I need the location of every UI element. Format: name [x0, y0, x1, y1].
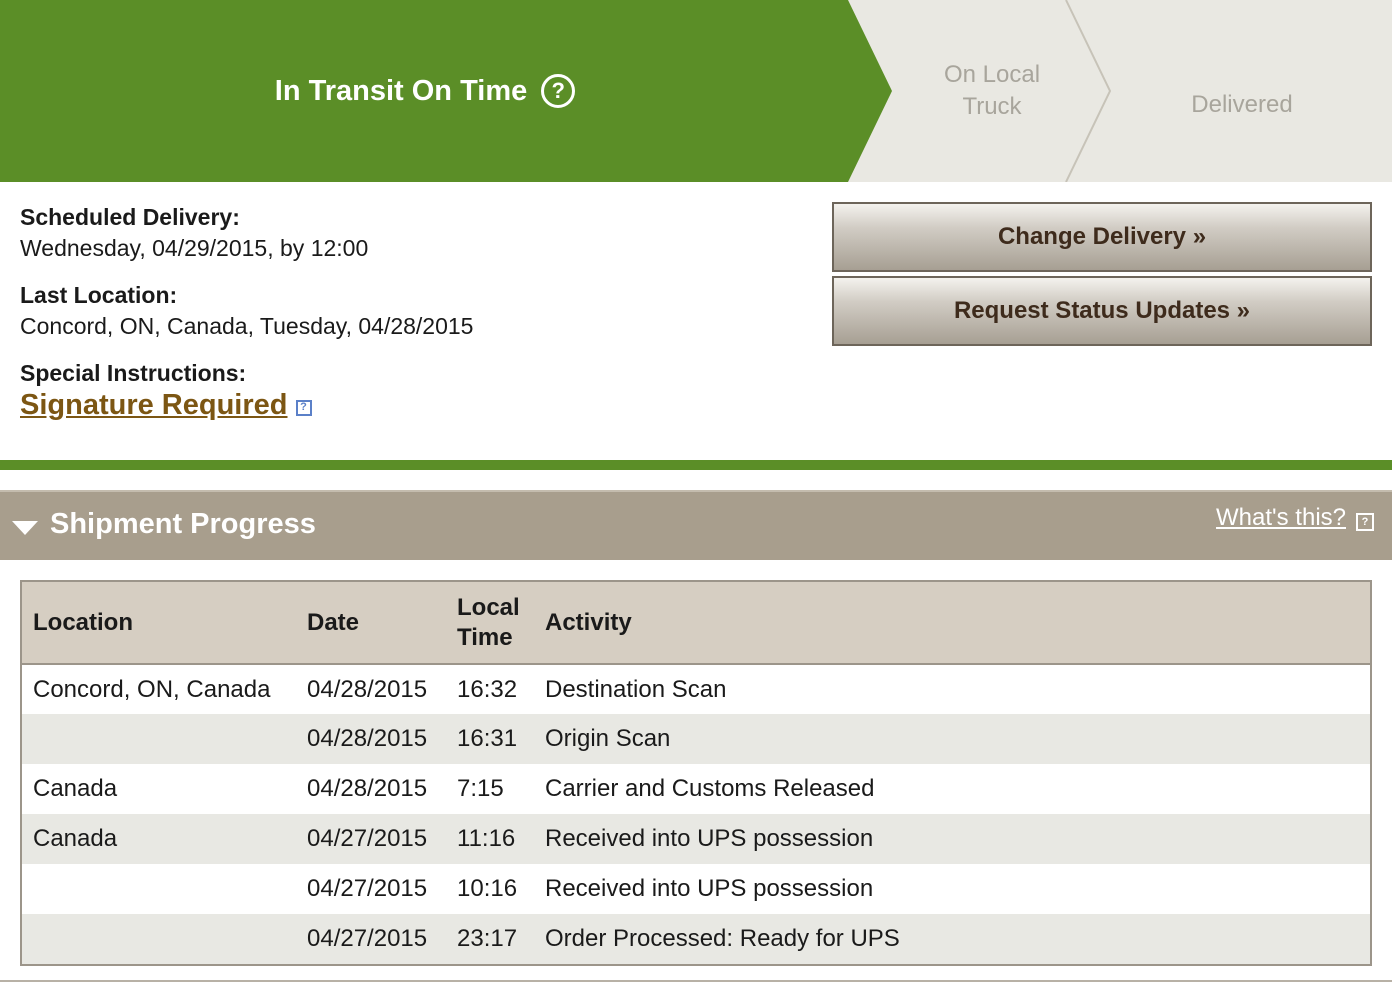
cell-time: 23:17	[457, 925, 518, 952]
delivery-summary: Scheduled Delivery: Wednesday, 04/29/201…	[20, 202, 780, 438]
delivery-progress-banner: In Transit On Time ? On Local Truck Deli…	[0, 0, 1392, 182]
cell-time: 16:32	[457, 675, 518, 703]
step-in-transit-label: In Transit On Time	[274, 74, 528, 107]
table-header-row: Location Date Local Time Activity	[22, 582, 1370, 665]
shipment-progress-title: Shipment Progress	[50, 508, 316, 540]
step-on-local-truck: On Local Truck	[900, 59, 1084, 123]
step-on-local-truck-line1: On Local	[943, 61, 1041, 88]
cell-location	[22, 714, 296, 764]
scheduled-delivery-value: Wednesday, 04/29/2015, by 12:00	[20, 235, 369, 261]
last-location-value: Concord, ON, Canada, Tuesday, 04/28/2015	[20, 313, 474, 339]
shipment-progress-header[interactable]: Shipment Progress What's this? ?	[0, 490, 1392, 560]
column-header-date: Date	[296, 582, 446, 665]
cell-date: 04/27/2015	[307, 925, 428, 952]
section-divider	[0, 460, 1392, 470]
column-header-activity: Activity	[534, 582, 1370, 665]
table-row: 04/27/2015 10:16 Received into UPS posse…	[22, 864, 1370, 914]
help-icon[interactable]: ?	[1356, 513, 1374, 531]
last-location-label: Last Location:	[20, 282, 178, 308]
special-instructions: Special Instructions: Signature Required…	[20, 358, 780, 422]
cell-activity: Received into UPS possession	[545, 825, 874, 852]
cell-location: Canada	[33, 775, 118, 802]
collapse-triangle-icon[interactable]	[12, 521, 38, 535]
last-location: Last Location: Concord, ON, Canada, Tues…	[20, 280, 780, 342]
step-in-transit: In Transit On Time ?	[0, 0, 850, 182]
change-delivery-button[interactable]: Change Delivery »	[832, 202, 1372, 272]
table-row: Canada 04/27/2015 11:16 Received into UP…	[22, 814, 1370, 864]
scheduled-delivery-label: Scheduled Delivery:	[20, 204, 240, 230]
cell-location	[22, 914, 296, 964]
cell-location: Concord, ON, Canada	[33, 675, 271, 703]
help-circle-icon[interactable]: ?	[541, 74, 576, 108]
help-icon[interactable]: ?	[295, 399, 312, 416]
step-delivered: Delivered	[1191, 91, 1293, 118]
column-header-local-time: Local Time	[446, 582, 534, 665]
table-row: Canada 04/28/2015 7:15 Carrier and Custo…	[22, 764, 1370, 814]
step-on-local-truck-line2: Truck	[962, 93, 1022, 120]
cell-activity: Received into UPS possession	[545, 875, 874, 902]
column-header-local-time-line1: Local	[457, 593, 520, 621]
shipment-progress-table: Location Date Local Time Activity Concor…	[20, 580, 1372, 966]
cell-date: 04/27/2015	[307, 825, 428, 852]
cell-time: 10:16	[457, 875, 518, 902]
column-header-location: Location	[22, 582, 296, 665]
cell-date: 04/28/2015	[307, 725, 428, 752]
table-row: 04/28/2015 16:31 Origin Scan	[22, 714, 1370, 764]
scheduled-delivery: Scheduled Delivery: Wednesday, 04/29/201…	[20, 202, 780, 264]
cell-activity: Origin Scan	[545, 725, 671, 752]
cell-date: 04/27/2015	[307, 875, 428, 902]
request-status-updates-button[interactable]: Request Status Updates »	[832, 276, 1372, 346]
cell-date: 04/28/2015	[307, 775, 428, 802]
cell-activity: Destination Scan	[545, 675, 727, 703]
cell-location	[22, 864, 296, 914]
whats-this-link[interactable]: What's this?	[1216, 504, 1346, 532]
cell-date: 04/28/2015	[307, 675, 428, 703]
table-row: 04/27/2015 23:17 Order Processed: Ready …	[22, 914, 1370, 964]
signature-required-link[interactable]: Signature Required	[20, 388, 288, 422]
table-row: Concord, ON, Canada 04/28/2015 16:32 Des…	[22, 664, 1370, 714]
cell-activity: Carrier and Customs Released	[545, 775, 875, 802]
cell-time: 7:15	[457, 775, 504, 802]
cell-location: Canada	[33, 825, 118, 852]
special-instructions-label: Special Instructions:	[20, 360, 247, 386]
cell-time: 16:31	[457, 725, 518, 752]
cell-time: 11:16	[457, 825, 516, 852]
column-header-local-time-line2: Time	[457, 623, 513, 651]
cell-activity: Order Processed: Ready for UPS	[545, 925, 900, 952]
